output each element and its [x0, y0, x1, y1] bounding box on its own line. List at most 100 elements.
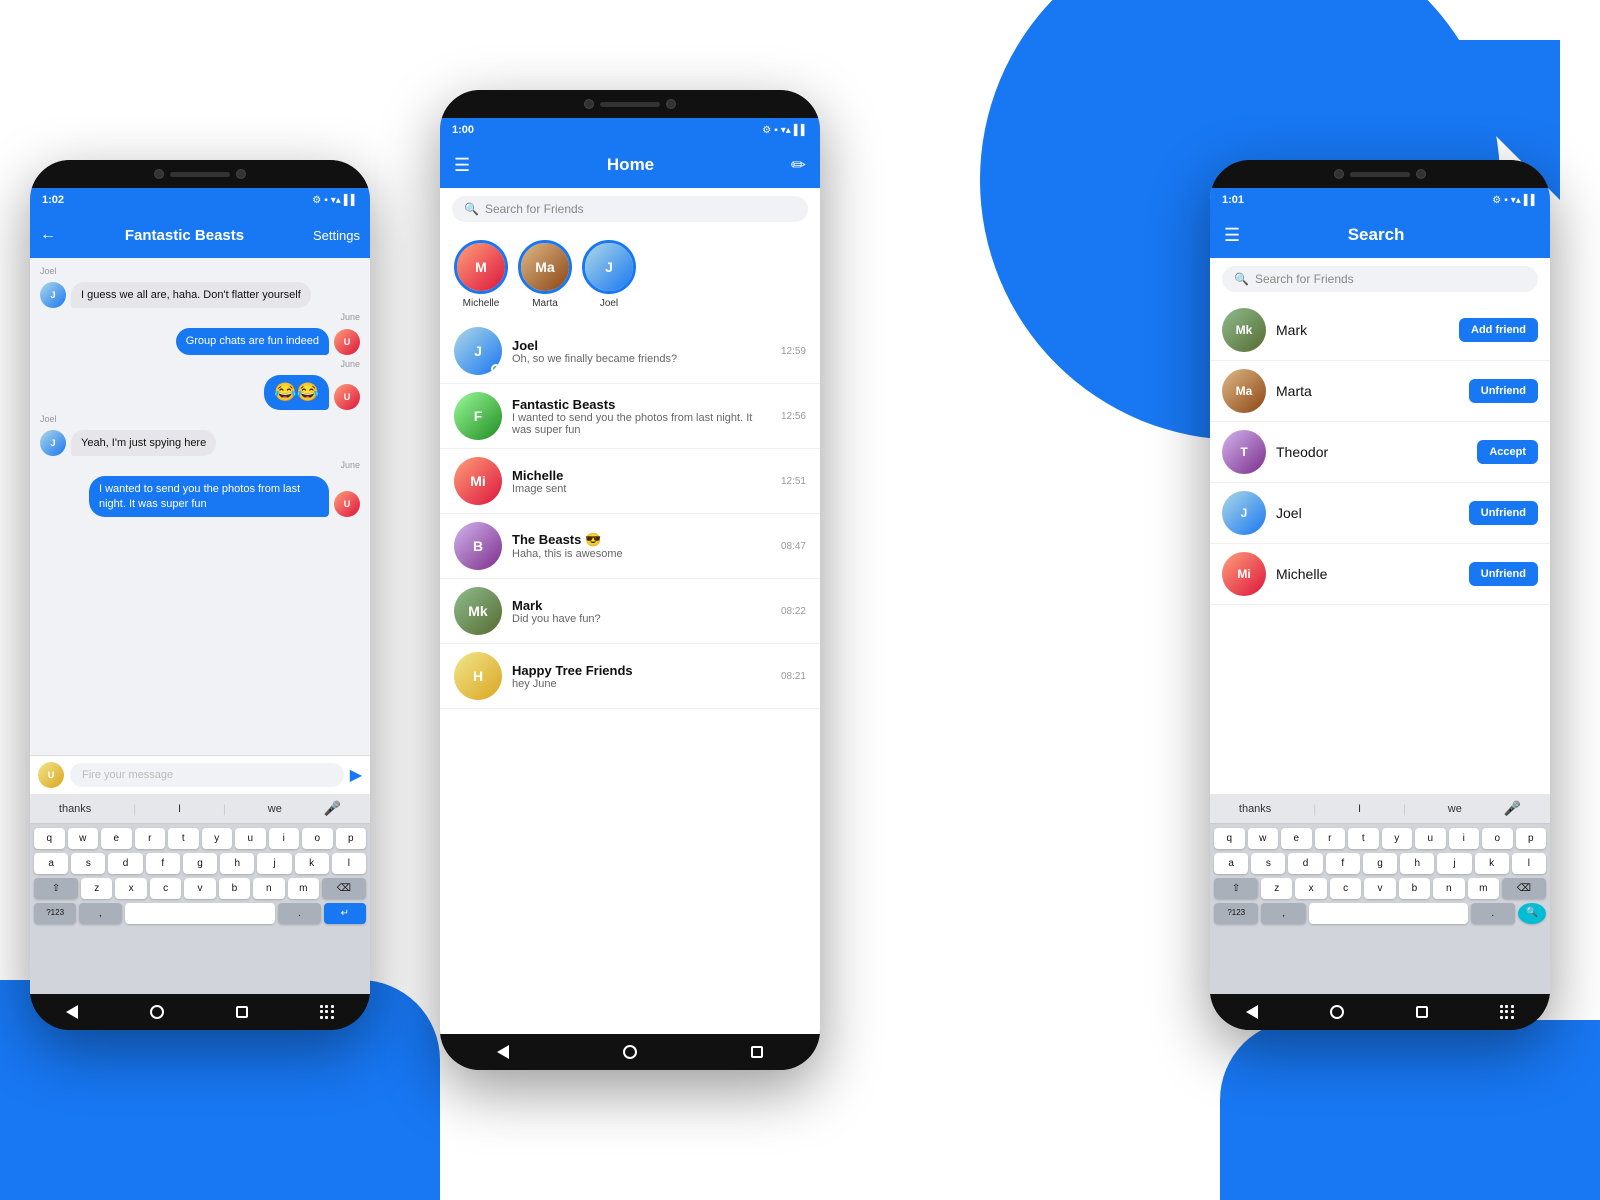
- key-r-m[interactable]: m: [1468, 878, 1499, 899]
- nav-home[interactable]: [150, 1005, 164, 1019]
- key-r-comma[interactable]: ,: [1261, 903, 1305, 924]
- key-r-p[interactable]: p: [1516, 828, 1547, 849]
- key-r-j[interactable]: j: [1437, 853, 1471, 874]
- key-o[interactable]: o: [302, 828, 333, 849]
- suggestion-i[interactable]: I: [178, 803, 181, 815]
- key-r-shift[interactable]: ⇧: [1214, 878, 1258, 899]
- unfriend-button-joel[interactable]: Unfriend: [1469, 501, 1538, 525]
- key-r-space[interactable]: [1309, 903, 1468, 924]
- key-r-123[interactable]: ?123: [1214, 903, 1258, 924]
- key-z[interactable]: z: [81, 878, 112, 899]
- key-h[interactable]: h: [220, 853, 254, 874]
- key-f[interactable]: f: [146, 853, 180, 874]
- key-r-q[interactable]: q: [1214, 828, 1245, 849]
- key-a[interactable]: a: [34, 853, 68, 874]
- key-r-b[interactable]: b: [1399, 878, 1430, 899]
- home-search-bar[interactable]: 🔍 Search for Friends: [452, 196, 808, 222]
- nav-grid[interactable]: [320, 1005, 334, 1019]
- nav-recent-c[interactable]: [751, 1046, 763, 1058]
- nav-home-c[interactable]: [623, 1045, 637, 1059]
- key-r-s[interactable]: s: [1251, 853, 1285, 874]
- key-r-k[interactable]: k: [1475, 853, 1509, 874]
- key-l[interactable]: l: [332, 853, 366, 874]
- key-e[interactable]: e: [101, 828, 132, 849]
- key-backspace[interactable]: ⌫: [322, 878, 366, 899]
- key-shift[interactable]: ⇧: [34, 878, 78, 899]
- key-period[interactable]: .: [278, 903, 320, 924]
- suggestion-thanks[interactable]: thanks: [59, 803, 91, 815]
- compose-icon[interactable]: ✏: [791, 155, 806, 176]
- key-w[interactable]: w: [68, 828, 99, 849]
- key-k[interactable]: k: [295, 853, 329, 874]
- conv-joel[interactable]: J Joel Oh, so we finally became friends?…: [440, 319, 820, 384]
- key-v[interactable]: v: [184, 878, 215, 899]
- conv-fantastic-beasts[interactable]: F Fantastic Beasts I wanted to send you …: [440, 384, 820, 449]
- key-r-l[interactable]: l: [1512, 853, 1546, 874]
- key-d[interactable]: d: [108, 853, 142, 874]
- key-r-f[interactable]: f: [1326, 853, 1360, 874]
- nav-back-r[interactable]: [1246, 1005, 1258, 1019]
- key-j[interactable]: j: [257, 853, 291, 874]
- key-r-h[interactable]: h: [1400, 853, 1434, 874]
- key-r-o[interactable]: o: [1482, 828, 1513, 849]
- key-r-y[interactable]: y: [1382, 828, 1413, 849]
- key-r-z[interactable]: z: [1261, 878, 1292, 899]
- key-y[interactable]: y: [202, 828, 233, 849]
- accept-button-theodor[interactable]: Accept: [1477, 440, 1538, 464]
- key-r-e[interactable]: e: [1281, 828, 1312, 849]
- key-i[interactable]: i: [269, 828, 300, 849]
- conv-beasts[interactable]: B The Beasts 😎 Haha, this is awesome 08:…: [440, 514, 820, 579]
- back-icon[interactable]: ←: [40, 226, 56, 244]
- key-m[interactable]: m: [288, 878, 319, 899]
- key-comma[interactable]: ,: [79, 903, 121, 924]
- key-r-d[interactable]: d: [1288, 853, 1322, 874]
- settings-link[interactable]: Settings: [313, 228, 360, 243]
- key-r-u[interactable]: u: [1415, 828, 1446, 849]
- key-r-backspace[interactable]: ⌫: [1502, 878, 1546, 899]
- key-r-c[interactable]: c: [1330, 878, 1361, 899]
- key-r-a[interactable]: a: [1214, 853, 1248, 874]
- key-r-i[interactable]: i: [1449, 828, 1480, 849]
- key-b[interactable]: b: [219, 878, 250, 899]
- conv-michelle[interactable]: Mi Michelle Image sent 12:51: [440, 449, 820, 514]
- key-n[interactable]: n: [253, 878, 284, 899]
- key-r-x[interactable]: x: [1295, 878, 1326, 899]
- story-marta[interactable]: Ma Marta: [518, 240, 572, 309]
- menu-icon-right[interactable]: ☰: [1224, 225, 1240, 246]
- key-q[interactable]: q: [34, 828, 65, 849]
- key-space[interactable]: [125, 903, 276, 924]
- key-r-w[interactable]: w: [1248, 828, 1279, 849]
- suggestion-i-r[interactable]: I: [1358, 803, 1361, 815]
- nav-recent-r[interactable]: [1416, 1006, 1428, 1018]
- key-enter[interactable]: ↵: [324, 903, 366, 924]
- key-x[interactable]: x: [115, 878, 146, 899]
- key-r-t[interactable]: t: [1348, 828, 1379, 849]
- key-r-v[interactable]: v: [1364, 878, 1395, 899]
- suggestion-thanks-r[interactable]: thanks: [1239, 803, 1271, 815]
- key-t[interactable]: t: [168, 828, 199, 849]
- key-g[interactable]: g: [183, 853, 217, 874]
- nav-grid-r[interactable]: [1500, 1005, 1514, 1019]
- unfriend-button-michelle[interactable]: Unfriend: [1469, 562, 1538, 586]
- key-r-r[interactable]: r: [1315, 828, 1346, 849]
- key-r[interactable]: r: [135, 828, 166, 849]
- key-c[interactable]: c: [150, 878, 181, 899]
- message-input[interactable]: Fire your message: [70, 763, 344, 787]
- add-friend-button-mark[interactable]: Add friend: [1459, 318, 1538, 342]
- key-r-g[interactable]: g: [1363, 853, 1397, 874]
- mic-icon-right[interactable]: 🎤: [1504, 800, 1521, 817]
- unfriend-button-marta[interactable]: Unfriend: [1469, 379, 1538, 403]
- search-bar-right[interactable]: 🔍 Search for Friends: [1222, 266, 1538, 292]
- key-s[interactable]: s: [71, 853, 105, 874]
- conv-mark[interactable]: Mk Mark Did you have fun? 08:22: [440, 579, 820, 644]
- menu-icon[interactable]: ☰: [454, 155, 470, 176]
- conv-happy-tree[interactable]: H Happy Tree Friends hey June 08:21: [440, 644, 820, 709]
- suggestion-we-r[interactable]: we: [1448, 803, 1462, 815]
- mic-icon[interactable]: 🎤: [324, 800, 341, 817]
- nav-back[interactable]: [66, 1005, 78, 1019]
- nav-recent[interactable]: [236, 1006, 248, 1018]
- nav-home-r[interactable]: [1330, 1005, 1344, 1019]
- nav-back-c[interactable]: [497, 1045, 509, 1059]
- story-joel[interactable]: J Joel: [582, 240, 636, 309]
- key-r-n[interactable]: n: [1433, 878, 1464, 899]
